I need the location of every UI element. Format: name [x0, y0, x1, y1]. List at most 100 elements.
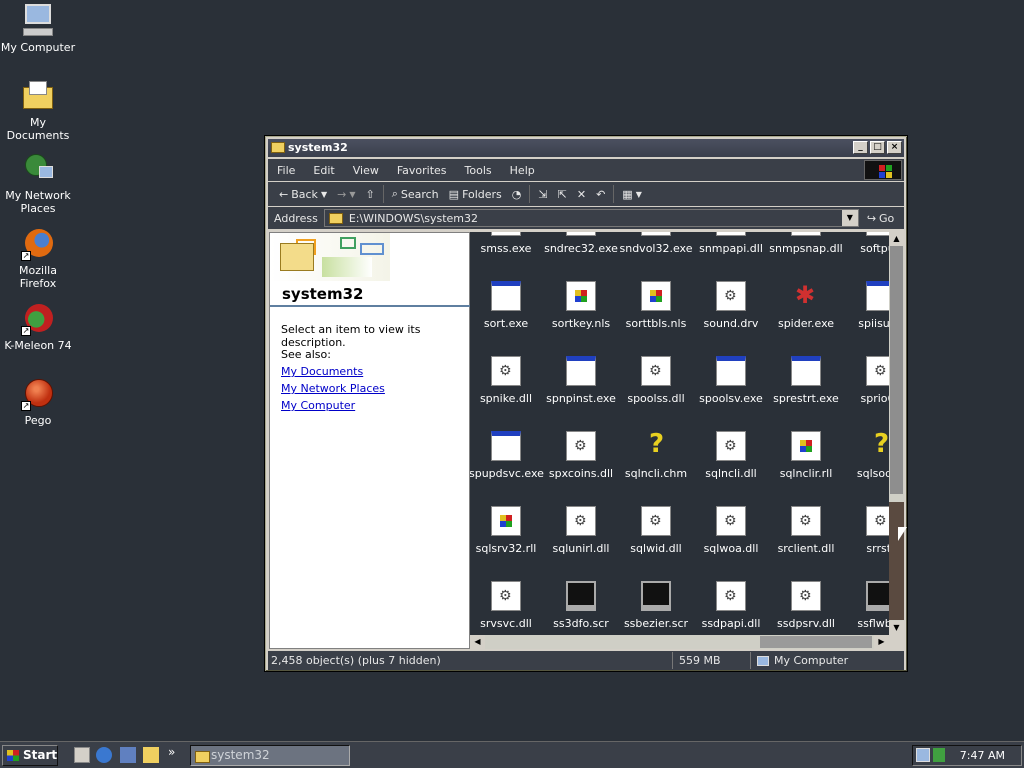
file-item[interactable]: sqlsodbc — [844, 429, 889, 480]
file-item[interactable]: spupdsvc.exe — [470, 431, 544, 480]
desktop-icon-pego[interactable]: ↗ Pego — [0, 377, 76, 427]
internet-explorer-icon[interactable] — [96, 747, 112, 763]
file-item[interactable]: sqlunirl.dll — [544, 506, 618, 555]
clock[interactable]: 7:47 AM — [960, 749, 1005, 762]
undo-button[interactable]: ↶ — [591, 188, 610, 201]
file-item[interactable]: spiisupd — [844, 281, 889, 330]
vertical-scroll-track-hover[interactable] — [889, 502, 904, 620]
history-button[interactable]: ◔ — [507, 188, 527, 201]
file-item[interactable]: snmpapi.dll — [694, 232, 768, 255]
menu-edit[interactable]: Edit — [304, 164, 343, 177]
dll-file-icon — [491, 356, 521, 386]
dll-file-icon — [716, 232, 746, 236]
desktop-icon-my-network-places[interactable]: My Network Places — [0, 152, 76, 215]
file-item[interactable]: srclient.dll — [769, 506, 843, 555]
taskbar-button-system32[interactable]: system32 — [190, 745, 350, 766]
menu-view[interactable]: View — [344, 164, 388, 177]
file-name: spiisupd — [858, 317, 889, 330]
file-item[interactable]: spnike.dll — [470, 356, 543, 405]
file-item[interactable]: sound.drv — [694, 281, 768, 330]
move-to-button[interactable]: ⇲ — [533, 188, 552, 201]
delete-button[interactable]: ✕ — [572, 188, 591, 201]
file-item[interactable]: srrstr — [844, 506, 889, 555]
file-item[interactable]: sprio60 — [844, 356, 889, 405]
menu-tools[interactable]: Tools — [456, 164, 501, 177]
scroll-down-arrow-icon[interactable]: ▼ — [889, 621, 904, 635]
start-button[interactable]: Start — [2, 745, 58, 766]
file-item[interactable]: sndvol32.exe — [619, 232, 693, 255]
file-item[interactable]: sprestrt.exe — [769, 356, 843, 405]
address-dropdown-button[interactable]: ▼ — [841, 210, 858, 226]
explorer-quicklaunch-icon[interactable] — [143, 747, 159, 763]
horizontal-scroll-thumb[interactable] — [760, 636, 872, 648]
scroll-right-arrow-icon[interactable]: ▶ — [874, 635, 889, 649]
file-item[interactable]: spnpinst.exe — [544, 356, 618, 405]
desktop-icon-mozilla-firefox[interactable]: ↗ Mozilla Firefox — [0, 227, 76, 290]
back-button[interactable]: ← Back ▼ — [274, 188, 332, 201]
menu-help[interactable]: Help — [501, 164, 544, 177]
search-button[interactable]: ⌕ Search — [387, 187, 444, 201]
file-name: softpub — [860, 242, 889, 255]
up-folder-button[interactable]: ⇧ — [360, 188, 379, 201]
file-item[interactable]: spoolsv.exe — [694, 356, 768, 405]
file-item[interactable]: sqlwoa.dll — [694, 506, 768, 555]
file-item[interactable]: ss3dfo.scr — [544, 581, 618, 630]
file-item[interactable]: ssbezier.scr — [619, 581, 693, 630]
views-button[interactable]: ▦ ▼ — [617, 188, 647, 201]
file-item[interactable]: sqlncli.dll — [694, 431, 768, 480]
dll-file-icon — [866, 232, 889, 236]
file-item[interactable]: ssdpapi.dll — [694, 581, 768, 630]
link-my-computer[interactable]: My Computer — [281, 399, 355, 412]
file-item[interactable]: smss.exe — [470, 232, 543, 255]
go-label: Go — [879, 211, 895, 225]
desktop-icon-my-documents[interactable]: My Documents — [0, 79, 76, 142]
file-item[interactable]: sorttbls.nls — [619, 281, 693, 330]
file-item[interactable]: spxcoins.dll — [544, 431, 618, 480]
file-name: spxcoins.dll — [548, 467, 614, 480]
scr-file-icon — [566, 581, 596, 611]
desktop-icon-my-computer[interactable]: My Computer — [0, 4, 76, 54]
folders-button[interactable]: ▤ Folders — [444, 188, 507, 201]
file-item[interactable]: sqlsrv32.rll — [470, 506, 543, 555]
desktop-icon-label: My Computer — [0, 41, 76, 54]
file-name: sort.exe — [483, 317, 529, 330]
title-bar[interactable]: system32 _ □ × — [268, 139, 904, 157]
maximize-button[interactable]: □ — [870, 141, 885, 154]
file-item[interactable]: sqlnclir.rll — [769, 431, 843, 480]
file-item[interactable]: softpub — [844, 232, 889, 255]
file-item[interactable]: sortkey.nls — [544, 281, 618, 330]
volume-tray-icon[interactable] — [933, 748, 945, 762]
quicklaunch-more-button[interactable]: » — [168, 745, 175, 759]
file-item[interactable]: srvsvc.dll — [470, 581, 543, 630]
file-item[interactable]: snmpsnap.dll — [769, 232, 843, 255]
minimize-button[interactable]: _ — [853, 141, 868, 154]
scroll-left-arrow-icon[interactable]: ◀ — [470, 635, 485, 649]
close-button[interactable]: × — [887, 141, 902, 154]
file-item[interactable]: sqlncli.chm — [619, 429, 693, 480]
desktop-icon-k-meleon[interactable]: ↗ K-Meleon 74 — [0, 302, 76, 352]
file-item[interactable]: sndrec32.exe — [544, 232, 618, 255]
horizontal-scrollbar[interactable]: ◀ ▶ — [470, 635, 889, 649]
file-item[interactable]: ssdpsrv.dll — [769, 581, 843, 630]
file-item[interactable]: sort.exe — [470, 281, 543, 330]
link-my-network-places[interactable]: My Network Places — [281, 382, 385, 395]
vertical-scrollbar[interactable]: ▲ ▼ — [889, 232, 904, 635]
scroll-up-arrow-icon[interactable]: ▲ — [889, 232, 904, 246]
go-button[interactable]: ↪ Go — [867, 212, 894, 225]
menu-favorites[interactable]: Favorites — [388, 164, 456, 177]
file-item[interactable]: ssflwbox — [844, 581, 889, 630]
address-input[interactable]: E:\WINDOWS\system32 ▼ — [323, 209, 859, 227]
file-item[interactable]: sqlwid.dll — [619, 506, 693, 555]
network-tray-icon[interactable] — [916, 748, 930, 762]
outlook-express-icon[interactable] — [120, 747, 136, 763]
file-name: sprio60 — [860, 392, 889, 405]
large-folder-icon — [280, 243, 314, 271]
forward-button[interactable]: → ▼ — [332, 188, 360, 201]
link-my-documents[interactable]: My Documents — [281, 365, 363, 378]
show-desktop-icon[interactable] — [74, 747, 90, 763]
copy-to-button[interactable]: ⇱ — [553, 188, 572, 201]
file-item[interactable]: spoolss.dll — [619, 356, 693, 405]
file-item[interactable]: spider.exe — [769, 281, 843, 330]
vertical-scroll-thumb[interactable] — [890, 246, 903, 494]
menu-file[interactable]: File — [268, 164, 304, 177]
